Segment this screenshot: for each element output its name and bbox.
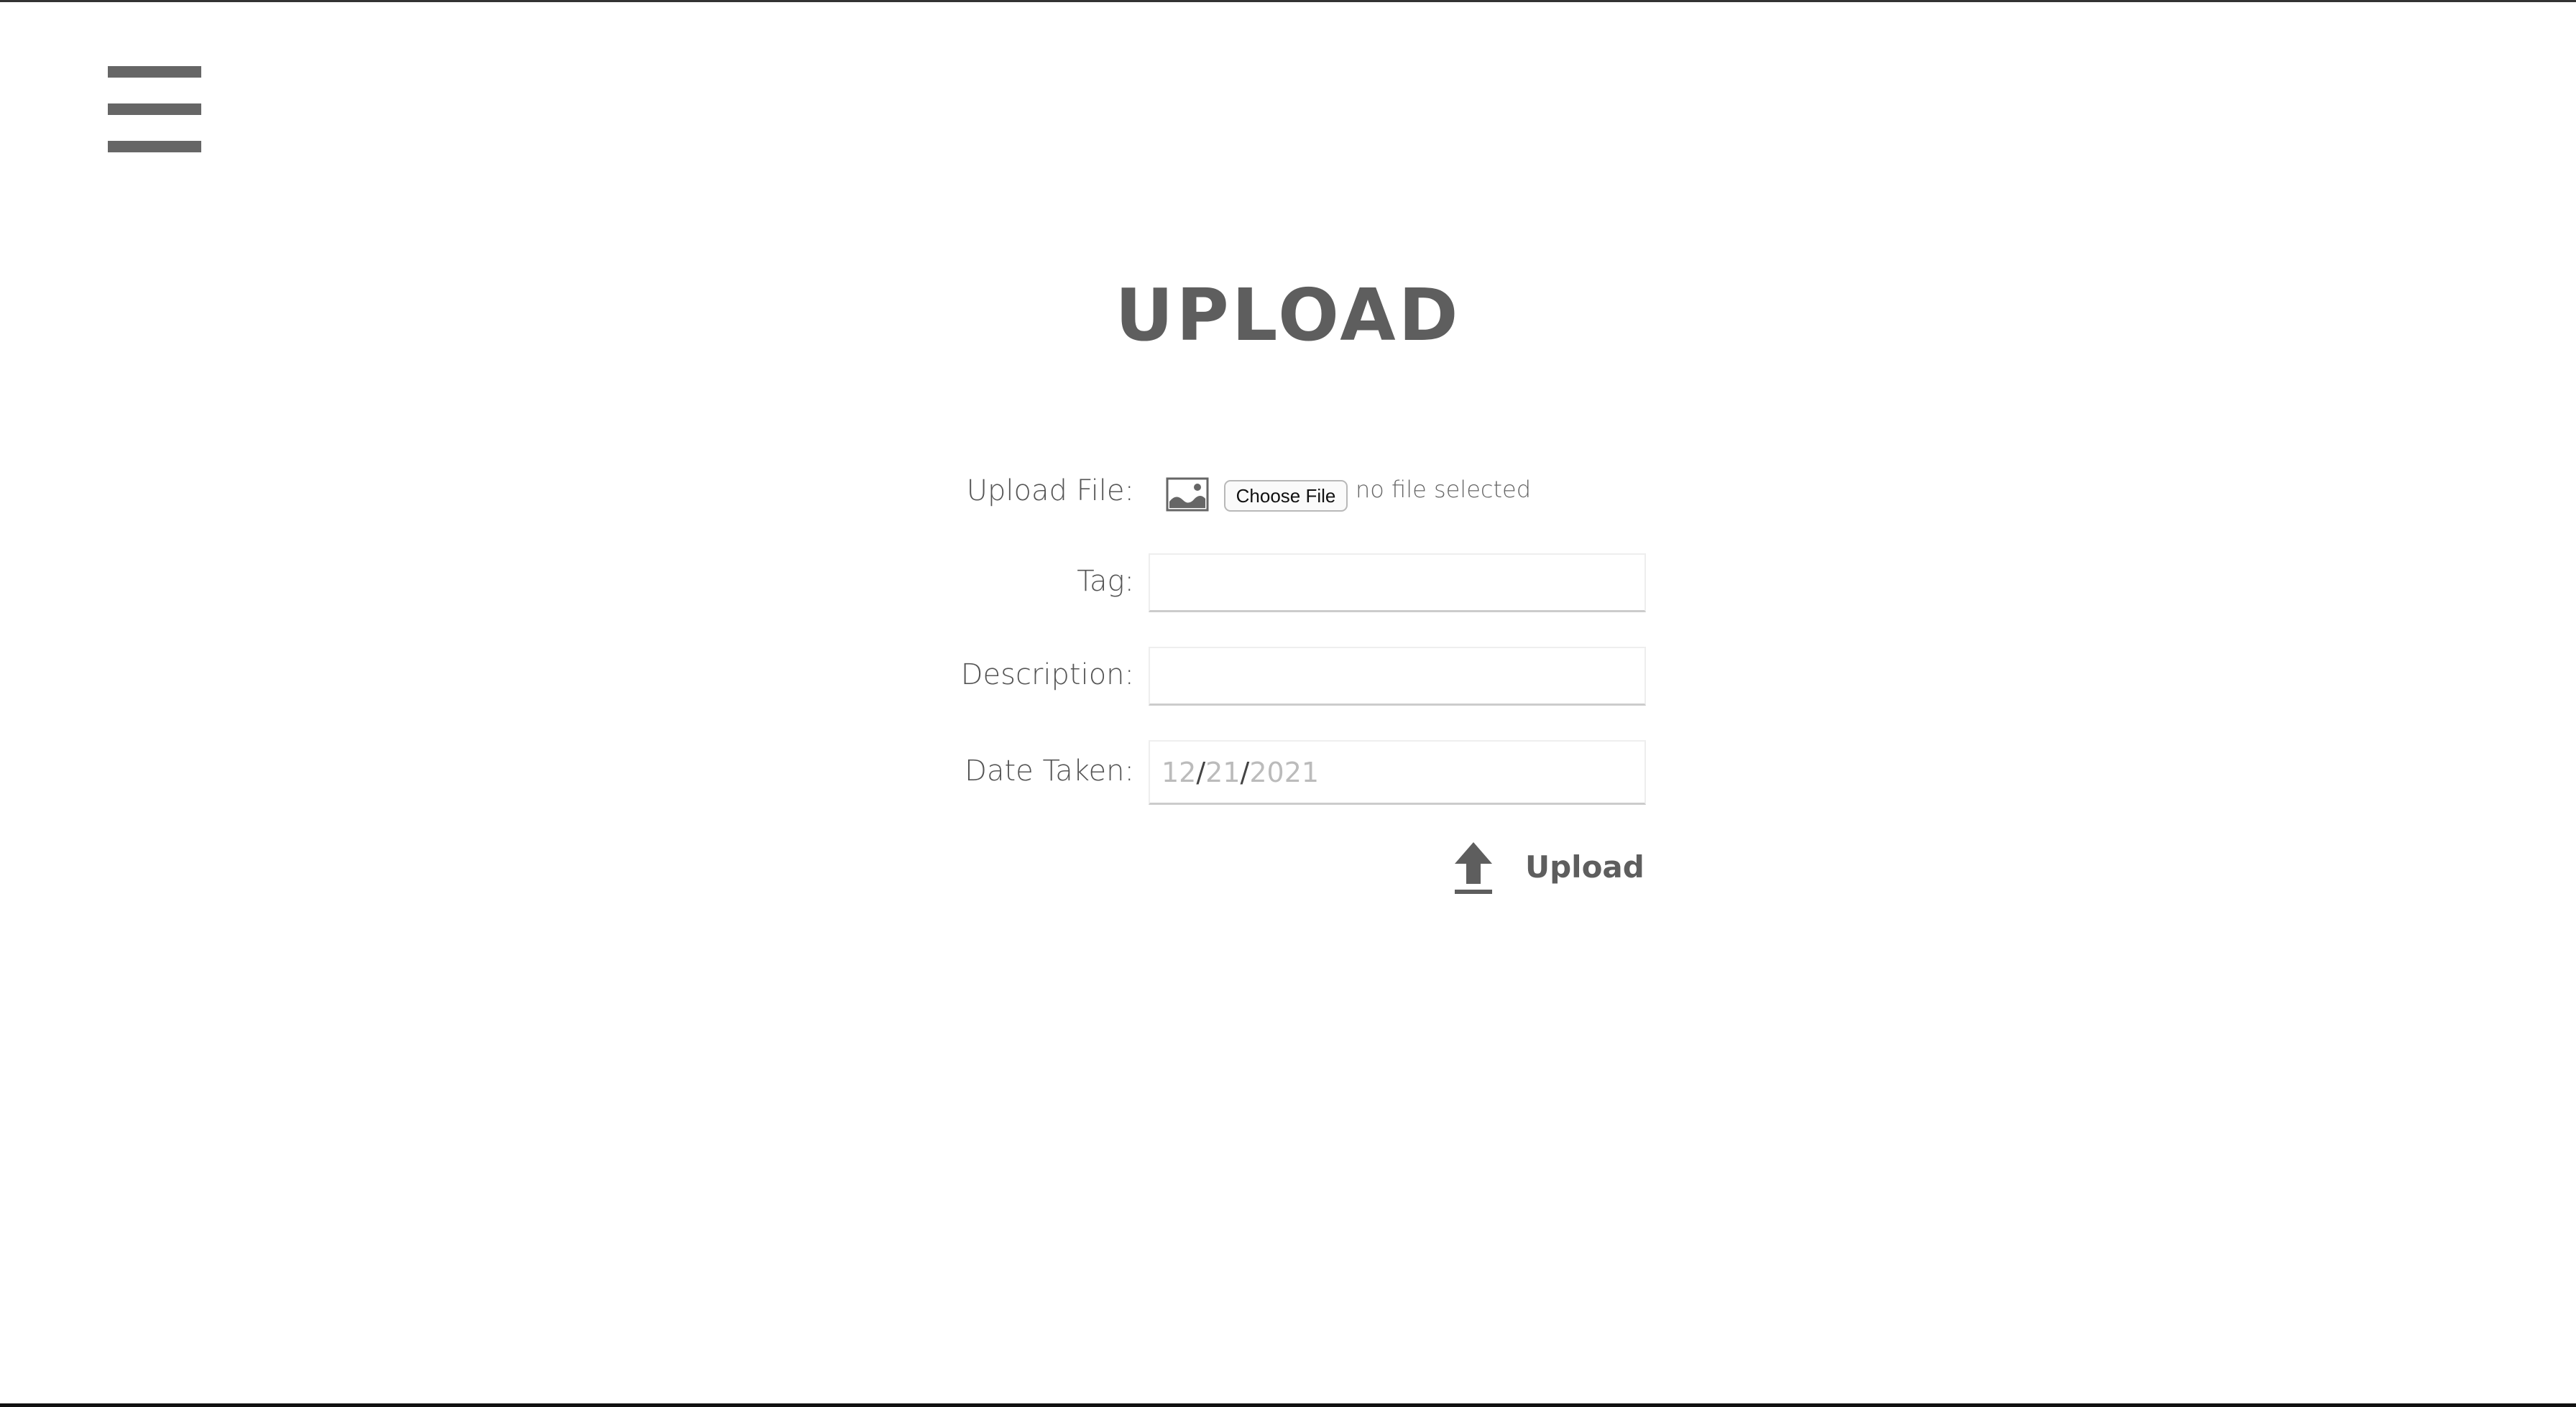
- upload-button-label: Upload: [1525, 849, 1644, 885]
- description-label: Description:: [960, 658, 1134, 691]
- date-separator: /: [1240, 756, 1250, 788]
- page-title: UPLOAD: [1115, 273, 1461, 357]
- window-top-border: [0, 0, 2576, 2]
- file-selection-status: no file selected: [1356, 476, 1532, 503]
- window-bottom-border: [0, 1403, 2576, 1407]
- hamburger-menu-button[interactable]: [108, 66, 201, 152]
- image-icon: [1166, 477, 1209, 512]
- tag-input[interactable]: [1149, 553, 1646, 612]
- upload-file-label: Upload File:: [966, 474, 1134, 507]
- date-day-segment[interactable]: 21: [1205, 742, 1240, 803]
- date-taken-input[interactable]: 12 / 21 / 2021: [1149, 740, 1646, 805]
- upload-arrow-icon: [1455, 842, 1492, 894]
- date-separator: /: [1196, 756, 1206, 788]
- choose-file-button[interactable]: Choose File: [1224, 480, 1348, 512]
- upload-submit-button[interactable]: Upload: [1450, 841, 1644, 898]
- date-year-segment[interactable]: 2021: [1249, 742, 1319, 803]
- description-input[interactable]: [1149, 647, 1646, 706]
- date-month-segment[interactable]: 12: [1162, 742, 1196, 803]
- tag-label: Tag:: [1077, 565, 1134, 598]
- date-taken-label: Date Taken:: [965, 755, 1134, 788]
